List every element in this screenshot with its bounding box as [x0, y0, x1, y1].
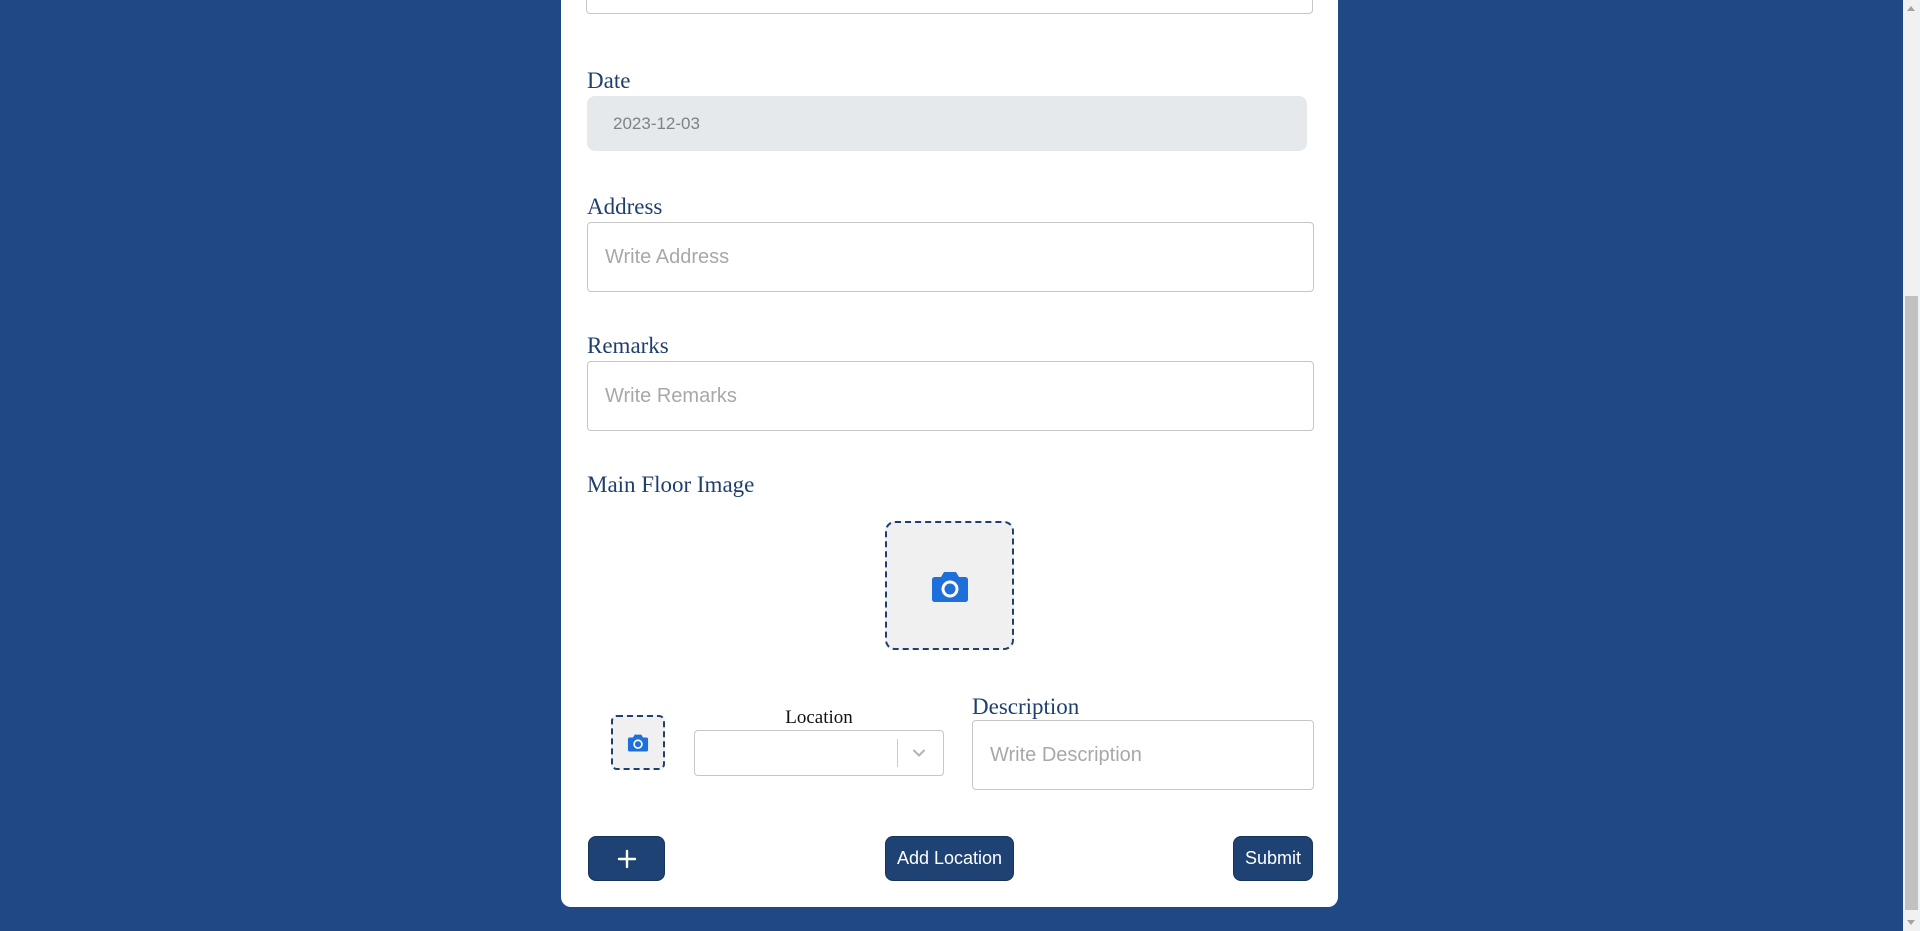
scrollbar-thumb[interactable] [1905, 296, 1918, 910]
submit-button[interactable]: Submit [1233, 836, 1313, 881]
location-image-upload[interactable] [611, 715, 665, 770]
address-label: Address [587, 194, 663, 219]
date-label: Date [587, 68, 631, 93]
select-separator [897, 739, 898, 767]
remarks-label: Remarks [587, 333, 669, 358]
chevron-down-icon [913, 749, 925, 757]
plus-icon [617, 849, 636, 868]
remarks-input[interactable] [587, 361, 1314, 431]
scroll-down-arrow-icon[interactable] [1907, 920, 1915, 925]
camera-icon [627, 734, 649, 752]
address-input[interactable] [587, 222, 1314, 292]
main-floor-image-label: Main Floor Image [587, 472, 755, 497]
location-label: Location [785, 707, 853, 728]
scroll-up-arrow-icon[interactable] [1907, 6, 1915, 11]
main-floor-image-upload[interactable] [885, 521, 1014, 650]
date-field [587, 96, 1307, 151]
add-row-button[interactable]: + [588, 836, 665, 881]
scrollbar[interactable] [1903, 0, 1920, 931]
previous-field[interactable] [586, 0, 1313, 14]
camera-icon [931, 571, 968, 602]
description-label: Description [972, 694, 1080, 719]
description-input[interactable] [972, 720, 1314, 790]
form-card: Date Address Remarks Main Floor Image Lo… [561, 0, 1338, 907]
location-select[interactable] [694, 730, 944, 776]
add-location-button[interactable]: Add Location [885, 836, 1014, 881]
